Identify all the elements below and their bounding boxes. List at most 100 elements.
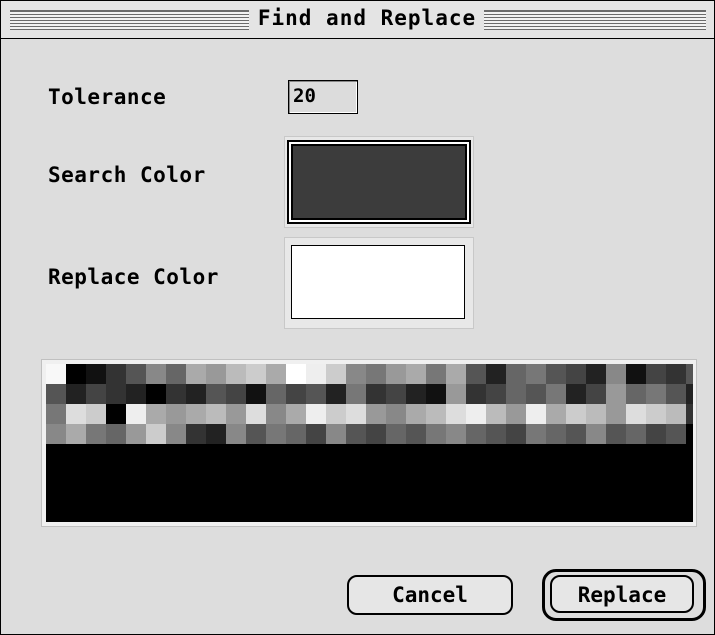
- preview-pixel: [406, 404, 426, 424]
- preview-pixel: [466, 384, 486, 404]
- preview-pixel: [686, 404, 693, 424]
- preview-pixel: [446, 424, 466, 444]
- preview-pixel: [126, 384, 146, 404]
- preview-pixel: [86, 384, 106, 404]
- preview-pixel: [146, 364, 166, 384]
- preview-pixel: [646, 404, 666, 424]
- preview-pixel: [506, 404, 526, 424]
- search-color-swatch[interactable]: [291, 144, 467, 220]
- title-bar[interactable]: Find and Replace: [1, 1, 714, 39]
- replace-button[interactable]: Replace: [550, 575, 694, 613]
- preview-pixel: [166, 424, 186, 444]
- preview-pixel: [206, 364, 226, 384]
- preview-pixel: [486, 424, 506, 444]
- tolerance-input[interactable]: [293, 84, 351, 108]
- preview-pixel: [586, 424, 606, 444]
- preview-pixel: [346, 364, 366, 384]
- preview-pixel: [586, 404, 606, 424]
- preview-pixel: [626, 404, 646, 424]
- image-preview-pixels: [46, 364, 693, 522]
- preview-pixel: [666, 424, 686, 444]
- preview-pixel: [146, 384, 166, 404]
- preview-pixel: [366, 364, 386, 384]
- preview-pixel: [226, 364, 246, 384]
- preview-pixel: [106, 424, 126, 444]
- preview-pixel: [366, 384, 386, 404]
- preview-pixel: [326, 364, 346, 384]
- preview-pixel: [326, 424, 346, 444]
- replace-color-swatch[interactable]: [291, 245, 465, 319]
- preview-pixel: [206, 424, 226, 444]
- preview-pixel: [506, 384, 526, 404]
- preview-pixel: [606, 364, 626, 384]
- preview-pixel: [166, 364, 186, 384]
- preview-pixel: [406, 384, 426, 404]
- replace-color-label: Replace Color: [48, 265, 219, 289]
- preview-pixel: [186, 404, 206, 424]
- preview-pixel: [566, 404, 586, 424]
- preview-pixel: [486, 384, 506, 404]
- preview-pixel: [666, 384, 686, 404]
- preview-pixel: [246, 384, 266, 404]
- preview-pixel: [306, 404, 326, 424]
- preview-pixel: [606, 404, 626, 424]
- preview-pixel: [286, 384, 306, 404]
- preview-pixel: [186, 364, 206, 384]
- preview-pixel: [366, 404, 386, 424]
- preview-pixel: [446, 404, 466, 424]
- preview-pixel: [46, 384, 66, 404]
- cancel-button[interactable]: Cancel: [347, 575, 513, 615]
- preview-pixel: [506, 364, 526, 384]
- preview-pixel: [66, 384, 86, 404]
- preview-pixel: [666, 404, 686, 424]
- preview-pixel: [286, 424, 306, 444]
- preview-pixel: [66, 404, 86, 424]
- preview-pixel: [466, 424, 486, 444]
- preview-pixel: [306, 384, 326, 404]
- preview-pixel: [106, 364, 126, 384]
- preview-pixel: [566, 384, 586, 404]
- preview-pixel: [266, 384, 286, 404]
- preview-pixel: [346, 384, 366, 404]
- preview-pixel: [326, 384, 346, 404]
- preview-pixel: [446, 364, 466, 384]
- preview-pixel: [46, 364, 66, 384]
- preview-pixel: [206, 384, 226, 404]
- preview-pixel: [646, 384, 666, 404]
- preview-pixel: [406, 424, 426, 444]
- tolerance-label: Tolerance: [48, 85, 167, 109]
- preview-pixel: [246, 424, 266, 444]
- preview-pixel: [106, 384, 126, 404]
- preview-pixel: [306, 364, 326, 384]
- preview-pixel: [686, 424, 693, 444]
- preview-pixel: [646, 424, 666, 444]
- preview-pixel: [266, 424, 286, 444]
- preview-pixel: [46, 404, 66, 424]
- preview-pixel: [206, 404, 226, 424]
- preview-pixel: [266, 364, 286, 384]
- preview-pixel: [286, 364, 306, 384]
- preview-pixel: [546, 404, 566, 424]
- preview-pixel: [186, 424, 206, 444]
- preview-pixel: [146, 424, 166, 444]
- preview-pixel: [566, 364, 586, 384]
- preview-pixel: [86, 424, 106, 444]
- tolerance-field[interactable]: [288, 80, 358, 114]
- preview-pixel: [466, 364, 486, 384]
- preview-pixel: [666, 364, 686, 384]
- preview-pixel: [326, 404, 346, 424]
- preview-pixel: [526, 364, 546, 384]
- preview-pixel: [126, 404, 146, 424]
- preview-pixel: [106, 404, 126, 424]
- preview-pixel: [126, 364, 146, 384]
- preview-pixel: [526, 404, 546, 424]
- preview-pixel: [486, 404, 506, 424]
- preview-pixel: [546, 424, 566, 444]
- preview-pixel: [386, 404, 406, 424]
- preview-pixel: [426, 424, 446, 444]
- preview-pixel: [626, 364, 646, 384]
- preview-pixel: [66, 424, 86, 444]
- preview-pixel: [646, 364, 666, 384]
- preview-pixel: [486, 364, 506, 384]
- preview-pixel: [186, 384, 206, 404]
